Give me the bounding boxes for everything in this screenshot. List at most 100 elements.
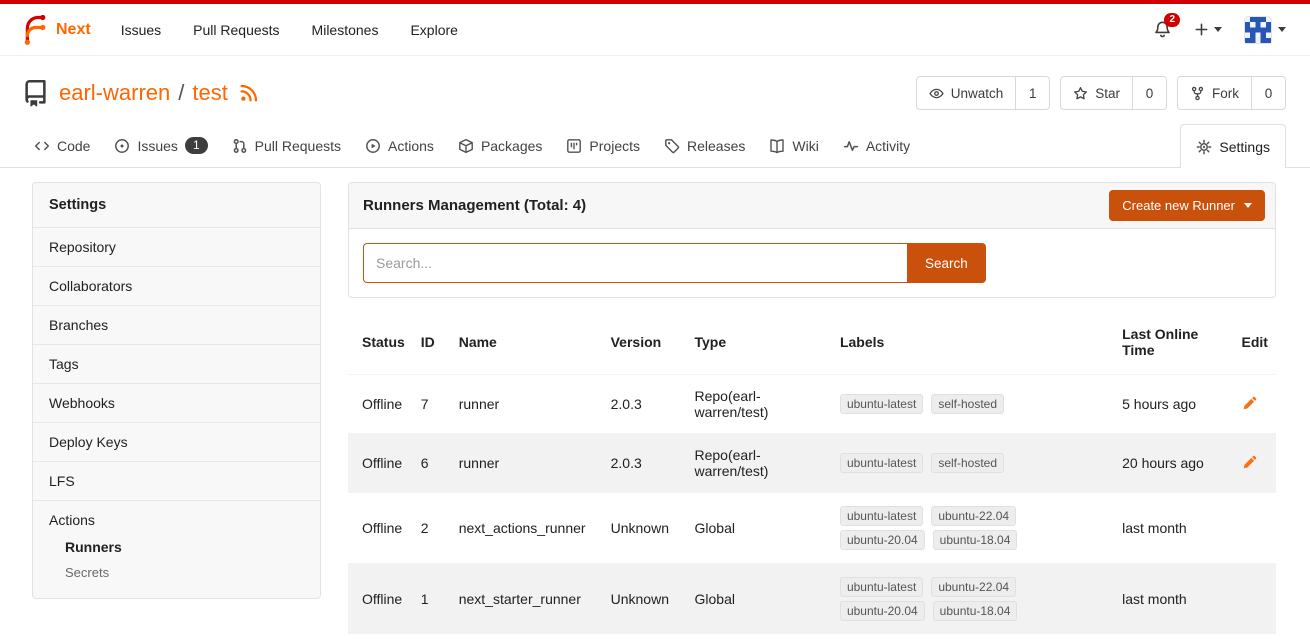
tab-activity[interactable]: Activity bbox=[831, 124, 922, 167]
runner-labels-cell: ubuntu-latestself-hosted bbox=[832, 375, 1114, 434]
runner-id: 7 bbox=[413, 375, 451, 434]
sidebar-item-label: Webhooks bbox=[49, 395, 115, 411]
pencil-icon bbox=[1242, 395, 1258, 411]
home-link[interactable]: Next bbox=[18, 15, 91, 45]
chevron-down-icon bbox=[1214, 27, 1222, 32]
create-runner-button[interactable]: Create new Runner bbox=[1109, 190, 1265, 221]
sidebar-item-lfs[interactable]: LFS bbox=[33, 461, 320, 500]
brand-name: Next bbox=[56, 21, 91, 39]
unwatch-label: Unwatch bbox=[951, 86, 1004, 101]
tab-pull-requests[interactable]: Pull Requests bbox=[220, 124, 353, 167]
runner-type: Global bbox=[687, 493, 832, 564]
runner-label-badge: ubuntu-latest bbox=[840, 394, 923, 414]
repo-owner-link[interactable]: earl-warren bbox=[59, 80, 170, 106]
nav-item-milestones[interactable]: Milestones bbox=[312, 22, 379, 38]
stars-count[interactable]: 0 bbox=[1133, 76, 1167, 110]
runner-name: next_starter_runner bbox=[451, 564, 603, 635]
runner-last-online: last month bbox=[1114, 564, 1233, 635]
sidebar-item-label: Repository bbox=[49, 239, 116, 255]
tab-code[interactable]: Code bbox=[22, 124, 102, 167]
nav-item-issues[interactable]: Issues bbox=[121, 22, 161, 38]
search-button[interactable]: Search bbox=[907, 243, 986, 283]
edit-runner-button[interactable] bbox=[1242, 395, 1258, 411]
repo-title-separator: / bbox=[178, 80, 184, 106]
column-header-id: ID bbox=[413, 310, 451, 375]
runner-version: Unknown bbox=[603, 564, 687, 635]
search-input[interactable] bbox=[363, 243, 907, 283]
runner-labels-cell: ubuntu-latestself-hosted bbox=[832, 434, 1114, 493]
chevron-down-icon bbox=[1244, 203, 1252, 208]
tab-label: Settings bbox=[1219, 139, 1270, 155]
nav-item-pull-requests[interactable]: Pull Requests bbox=[193, 22, 279, 38]
sidebar-item-collaborators[interactable]: Collaborators bbox=[33, 266, 320, 305]
sidebar-item-label: Collaborators bbox=[49, 278, 132, 294]
notification-count-badge: 2 bbox=[1164, 13, 1180, 27]
runners-panel-header: Runners Management (Total: 4) Create new… bbox=[348, 182, 1276, 229]
sidebar-subitem-runners[interactable]: Runners bbox=[65, 534, 304, 560]
tab-label: Issues bbox=[137, 138, 177, 154]
rss-icon[interactable] bbox=[240, 84, 258, 102]
runner-id: 2 bbox=[413, 493, 451, 564]
sidebar-item-label: Branches bbox=[49, 317, 108, 333]
gear-icon bbox=[1196, 139, 1212, 155]
runner-row: Offline6runner2.0.3Repo(earl-warren/test… bbox=[348, 434, 1276, 493]
nav-item-explore[interactable]: Explore bbox=[410, 22, 457, 38]
runners-table: StatusIDNameVersionTypeLabelsLast Online… bbox=[348, 310, 1276, 634]
runner-labels: ubuntu-latestself-hosted bbox=[840, 394, 1045, 414]
tab-label: Activity bbox=[866, 138, 910, 154]
eye-icon bbox=[929, 86, 944, 101]
sidebar-item-webhooks[interactable]: Webhooks bbox=[33, 383, 320, 422]
sidebar-item-deploy-keys[interactable]: Deploy Keys bbox=[33, 422, 320, 461]
fork-button[interactable]: Fork bbox=[1177, 76, 1252, 110]
runner-edit-cell bbox=[1234, 564, 1277, 635]
tab-settings[interactable]: Settings bbox=[1180, 124, 1286, 168]
sidebar-item-branches[interactable]: Branches bbox=[33, 305, 320, 344]
tab-issues[interactable]: Issues 1 bbox=[102, 124, 219, 167]
runner-edit-cell bbox=[1234, 375, 1277, 434]
runners-table-head-row: StatusIDNameVersionTypeLabelsLast Online… bbox=[348, 310, 1276, 375]
watchers-count[interactable]: 1 bbox=[1016, 76, 1050, 110]
tab-packages[interactable]: Packages bbox=[446, 124, 554, 167]
tab-wiki[interactable]: Wiki bbox=[757, 124, 830, 167]
edit-runner-button[interactable] bbox=[1242, 454, 1258, 470]
settings-sidebar: Settings RepositoryCollaboratorsBranches… bbox=[32, 182, 321, 599]
runner-status: Offline bbox=[348, 564, 413, 635]
tab-label: Actions bbox=[388, 138, 434, 154]
repo-actions: Unwatch 1 Star 0 bbox=[916, 76, 1286, 110]
repo-name-link[interactable]: test bbox=[192, 80, 227, 106]
tab-projects[interactable]: Projects bbox=[554, 124, 652, 167]
notifications-button[interactable]: 2 bbox=[1153, 20, 1172, 39]
sidebar-menu: Repository Collaborators Branches Tags Webho… bbox=[33, 227, 320, 598]
tab-label: Pull Requests bbox=[255, 138, 341, 154]
runners-panel: Runners Management (Total: 4) Create new… bbox=[348, 182, 1276, 634]
runner-version: 2.0.3 bbox=[603, 375, 687, 434]
tab-actions[interactable]: Actions bbox=[353, 124, 446, 167]
runner-labels-cell: ubuntu-latestubuntu-22.04ubuntu-20.04ubu… bbox=[832, 564, 1114, 635]
pencil-icon bbox=[1242, 454, 1258, 470]
sidebar-item-repository[interactable]: Repository bbox=[33, 227, 320, 266]
runner-label-badge: ubuntu-22.04 bbox=[931, 577, 1016, 597]
create-new-dropdown[interactable] bbox=[1194, 22, 1222, 37]
tag-icon bbox=[664, 138, 680, 154]
star-button[interactable]: Star bbox=[1060, 76, 1133, 110]
sidebar-item-actions[interactable]: Actions RunnersSecrets bbox=[33, 500, 320, 598]
runner-type: Repo(earl-warren/test) bbox=[687, 434, 832, 493]
tab-releases[interactable]: Releases bbox=[652, 124, 757, 167]
repo-header: earl-warren / test bbox=[0, 56, 1310, 124]
runner-label-badge: ubuntu-18.04 bbox=[933, 601, 1018, 621]
runner-id: 6 bbox=[413, 434, 451, 493]
sidebar-item-label: Actions bbox=[49, 512, 95, 528]
package-icon bbox=[458, 138, 474, 154]
sidebar-item-tags[interactable]: Tags bbox=[33, 344, 320, 383]
sidebar-subitem-secrets[interactable]: Secrets bbox=[65, 560, 304, 585]
forks-count[interactable]: 0 bbox=[1252, 76, 1286, 110]
runner-label-badge: ubuntu-22.04 bbox=[931, 506, 1016, 526]
tab-label: Projects bbox=[589, 138, 640, 154]
issue-icon bbox=[114, 138, 130, 154]
pulse-icon bbox=[843, 138, 859, 154]
page: Next Issues Pull Requests Milestones Exp… bbox=[0, 0, 1310, 644]
user-menu[interactable] bbox=[1244, 16, 1286, 44]
content: Settings RepositoryCollaboratorsBranches… bbox=[0, 168, 1310, 634]
create-runner-label: Create new Runner bbox=[1122, 198, 1235, 213]
unwatch-button[interactable]: Unwatch bbox=[916, 76, 1017, 110]
